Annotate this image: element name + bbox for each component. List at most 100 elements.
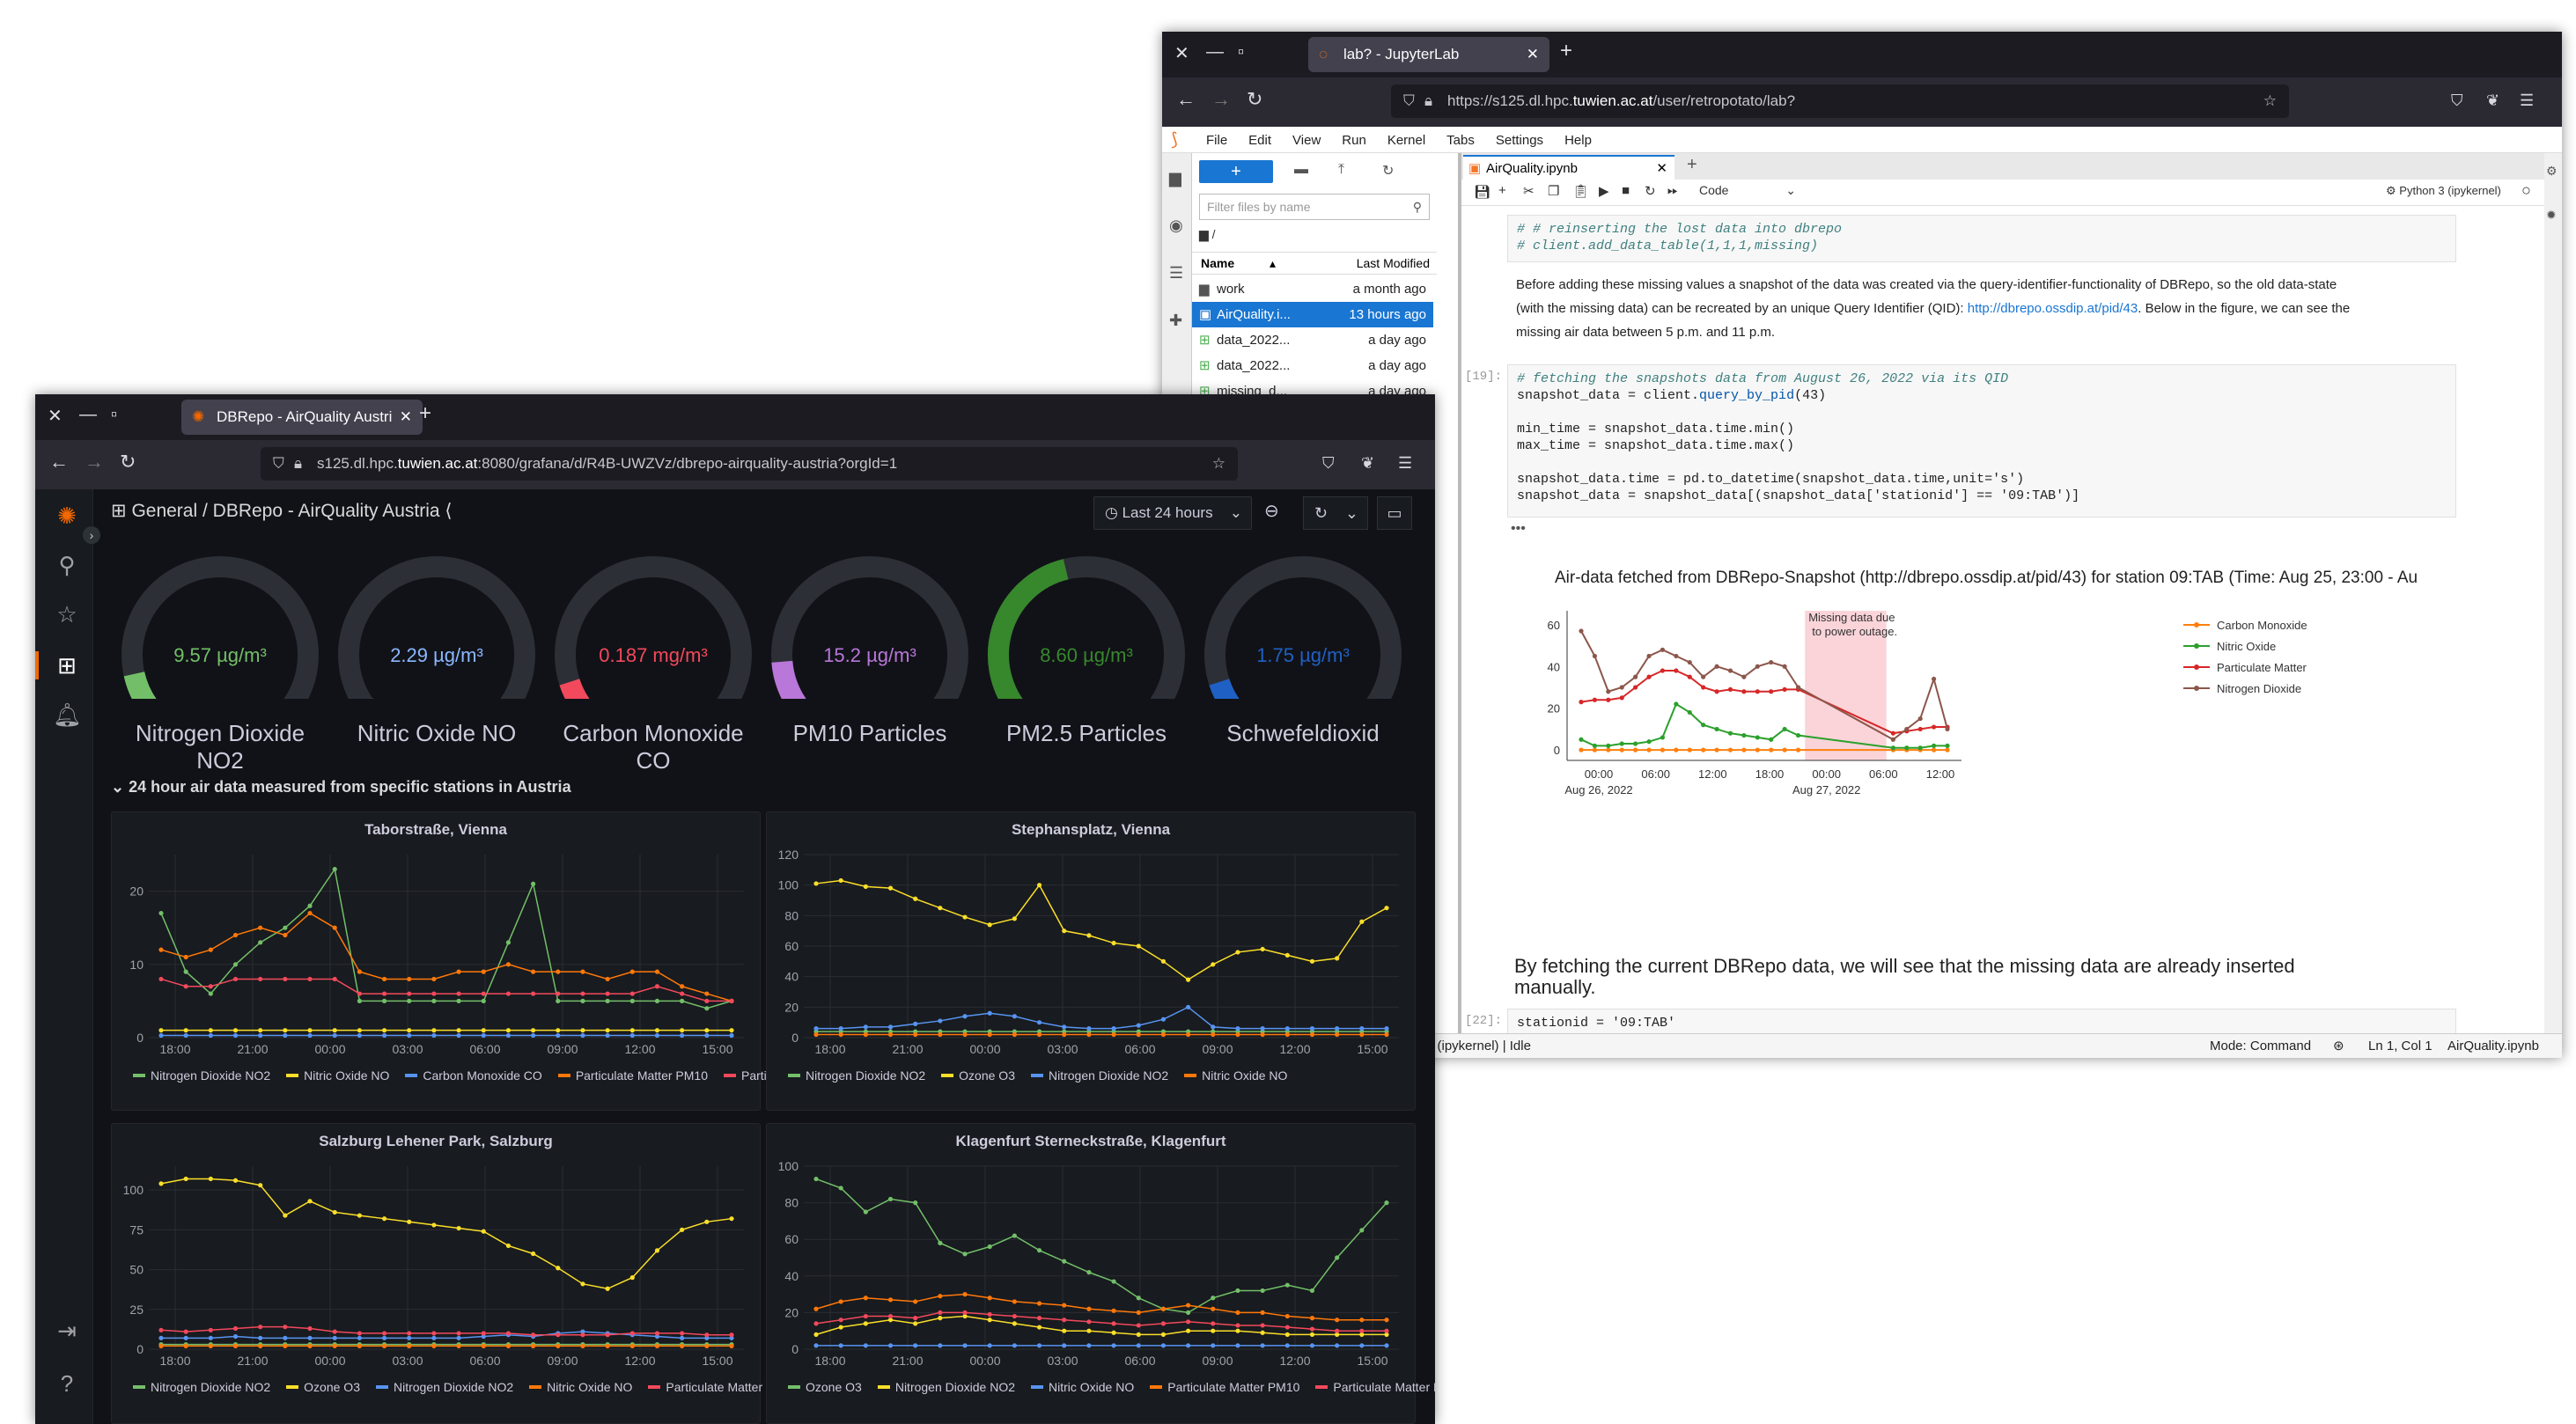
close-tab-icon[interactable]: ✕ [1527, 37, 1539, 72]
commands-icon[interactable]: ☰ [1169, 264, 1183, 283]
new-tab-icon[interactable]: + [1687, 155, 1697, 175]
legend-item[interactable]: Nitric Oxide NO [529, 1380, 632, 1394]
panel-title[interactable]: Taborstraße, Vienna [112, 821, 760, 839]
kernel-status[interactable]: 3 (ipykernel) | Idle [1426, 1039, 1531, 1053]
maximize-window-icon[interactable]: ▫ [111, 405, 117, 425]
new-launcher-button[interactable]: + [1199, 160, 1273, 183]
pocket-icon[interactable]: ⛉ [1322, 454, 1335, 473]
legend-item[interactable]: Nitrogen Dioxide NO2 [1031, 1068, 1168, 1083]
menu-help[interactable]: Help [1564, 133, 1592, 148]
refresh-icon[interactable]: ↻ [1382, 162, 1394, 180]
markdown-cell-1[interactable]: Before adding these missing values a sna… [1516, 273, 2467, 344]
paste-icon[interactable]: 📋︎ [1572, 183, 1589, 199]
menu-file[interactable]: File [1206, 133, 1227, 148]
panel-klagenfurt[interactable]: Klagenfurt Sterneckstraße, Klagenfurt 0 2… [766, 1123, 1435, 1424]
share-icon[interactable]: ⟨ [440, 501, 452, 521]
legend-item[interactable]: Nitrogen Dioxide NO2 [133, 1068, 270, 1083]
cut-icon[interactable]: ✂ [1523, 183, 1535, 199]
maximize-window-icon[interactable]: ▫ [1238, 42, 1244, 62]
filter-files-input[interactable]: Filter files by name ⚲ [1199, 194, 1430, 220]
reload-icon[interactable]: ↻ [1247, 88, 1262, 111]
file-row-selected[interactable]: ▣ AirQuality.i... 13 hours ago [1192, 302, 1433, 327]
code-cell-2[interactable]: # fetching the snapshots data from Augus… [1507, 364, 2456, 517]
legend-item[interactable]: Carbon Monoxide CO [405, 1068, 542, 1083]
legend-item[interactable]: Particulate Matter PM10 [1150, 1380, 1299, 1394]
status-position[interactable]: Ln 1, Col 1 [2368, 1039, 2432, 1053]
zoom-out-icon[interactable]: ⊖ [1264, 500, 1298, 533]
close-tab-icon[interactable]: ✕ [1656, 157, 1667, 181]
tv-mode-button[interactable]: ▭ [1377, 496, 1412, 530]
notification-icon[interactable]: ⊛ [2333, 1038, 2344, 1053]
pocket-icon[interactable]: ⛉ [2451, 92, 2463, 110]
legend-item[interactable]: Particulate Matter PM2.5 [1315, 1380, 1435, 1394]
new-tab-icon[interactable]: + [1560, 39, 1572, 63]
legend-item[interactable]: Nitric Oxide NO [1184, 1068, 1287, 1083]
legend-item[interactable]: Particulate Matter PM10 [557, 1068, 708, 1083]
insert-cell-icon[interactable]: + [1498, 183, 1506, 198]
debugger-icon[interactable]: ✹ [2546, 208, 2557, 223]
legend-item[interactable]: Nitrogen Dioxide NO2 [376, 1380, 513, 1394]
stop-icon[interactable]: ■ [1622, 183, 1630, 198]
menu-settings[interactable]: Settings [1496, 133, 1543, 148]
extension-icon[interactable]: ❦ [2486, 92, 2499, 110]
menu-icon[interactable]: ☰ [2520, 92, 2534, 110]
collapsed-output-ellipsis[interactable]: ••• [1511, 521, 1526, 537]
col-modified[interactable]: Last Modified [1357, 253, 1430, 274]
legend-item[interactable]: Nitric Oxide NO [1031, 1380, 1134, 1394]
expand-sidebar-icon[interactable]: › [83, 526, 100, 544]
notebook-tab[interactable]: ▣ AirQuality.ipynb ✕ [1463, 155, 1674, 180]
menu-view[interactable]: View [1292, 133, 1321, 148]
help-icon[interactable]: ? [53, 1369, 81, 1398]
menu-kernel[interactable]: Kernel [1387, 133, 1425, 148]
legend-item[interactable]: Nitric Oxide NO [286, 1068, 389, 1083]
legend-item[interactable]: Nitrogen Dioxide NO2 [133, 1380, 270, 1394]
legend-item[interactable]: Ozone O3 [788, 1380, 862, 1394]
close-tab-icon[interactable]: ✕ [400, 400, 412, 435]
panel-stephansplatz[interactable]: Stephansplatz, Vienna 0 20 40 60 80 100 120 18:… [766, 811, 1416, 1111]
sort-icon[interactable]: ▴ [1270, 253, 1276, 274]
upload-icon[interactable]: ⤒ [1338, 162, 1344, 178]
run-icon[interactable]: ▶ [1599, 183, 1609, 199]
reload-icon[interactable]: ↻ [120, 451, 136, 473]
panel-title[interactable]: Stephansplatz, Vienna [767, 821, 1415, 839]
panel-salzburg[interactable]: Salzburg Lehener Park, Salzburg 0 25 50 75 1… [111, 1123, 799, 1424]
forward-icon[interactable]: → [1211, 88, 1231, 111]
dashboard-breadcrumb[interactable]: ⊞ General / DBRepo - AirQuality Austria … [111, 500, 453, 522]
dashboard-title[interactable]: General / DBRepo - AirQuality Austria [131, 501, 439, 521]
panel-taborstrasse[interactable]: Taborstraße, Vienna 0 10 20 18:00 21:00 00:00… [111, 811, 877, 1111]
kernel-indicator[interactable]: ⚙︎ Python 3 (ipykernel) [2386, 184, 2501, 198]
browser-tab-jupyter[interactable]: ◌ lab? - JupyterLab ✕ [1308, 37, 1549, 72]
copy-icon[interactable]: ❐ [1548, 183, 1559, 199]
menu-run[interactable]: Run [1342, 133, 1366, 148]
new-tab-icon[interactable]: + [419, 401, 431, 426]
property-inspector-icon[interactable]: ⚙︎ [2546, 164, 2558, 179]
run-all-icon[interactable]: ⏩︎ [1667, 183, 1678, 198]
dashboards-icon[interactable]: ⊞ [53, 651, 81, 679]
search-icon[interactable]: ⚲ [53, 551, 81, 579]
breadcrumb-root[interactable]: / [1212, 227, 1216, 241]
close-window-icon[interactable]: ✕ [1174, 42, 1189, 64]
markdown-cell-2[interactable]: By fetching the current DBRepo data, we … [1514, 956, 2527, 998]
url-bar[interactable]: ⛉ 🔒︎ s125.dl.hpc.tuwien.ac.at:8080/grafa… [261, 447, 1238, 481]
legend-item[interactable]: Nitrogen Dioxide NO2 [788, 1068, 925, 1083]
row-header[interactable]: ⌄ 24 hour air data measured from specifi… [111, 778, 571, 796]
cell-type-select[interactable]: Code ⌄ [1699, 183, 1796, 197]
file-row[interactable]: ▆ work a month ago [1192, 276, 1433, 302]
close-window-icon[interactable]: ✕ [48, 405, 63, 427]
minimize-window-icon[interactable]: — [1206, 42, 1224, 62]
forward-icon[interactable]: → [85, 451, 104, 473]
file-row[interactable]: ⊞ data_2022... a day ago [1192, 327, 1433, 353]
save-icon[interactable]: 💾︎ [1474, 184, 1490, 200]
panel-title[interactable]: Salzburg Lehener Park, Salzburg [112, 1133, 760, 1150]
browser-tab-grafana[interactable]: ✺ DBRepo - AirQuality Austri ✕ [181, 400, 423, 435]
legend-item[interactable]: Nitrogen Dioxide NO2 [877, 1380, 1015, 1394]
legend-item[interactable]: Ozone O3 [941, 1068, 1015, 1083]
code-cell-3[interactable]: stationid = '09:TAB' [1507, 1009, 2456, 1033]
url-bar[interactable]: ⛉ 🔒︎ https://s125.dl.hpc.tuwien.ac.at/us… [1391, 84, 2289, 118]
bookmark-star-icon[interactable]: ☆ [1212, 447, 1225, 481]
folder-icon[interactable]: ▆ [1169, 169, 1181, 187]
qid-link[interactable]: http://dbrepo.ossdip.at/pid/43 [1968, 301, 2138, 316]
menu-tabs[interactable]: Tabs [1446, 133, 1475, 148]
extension-icon[interactable]: ❦ [1361, 454, 1374, 473]
menu-edit[interactable]: Edit [1248, 133, 1271, 148]
